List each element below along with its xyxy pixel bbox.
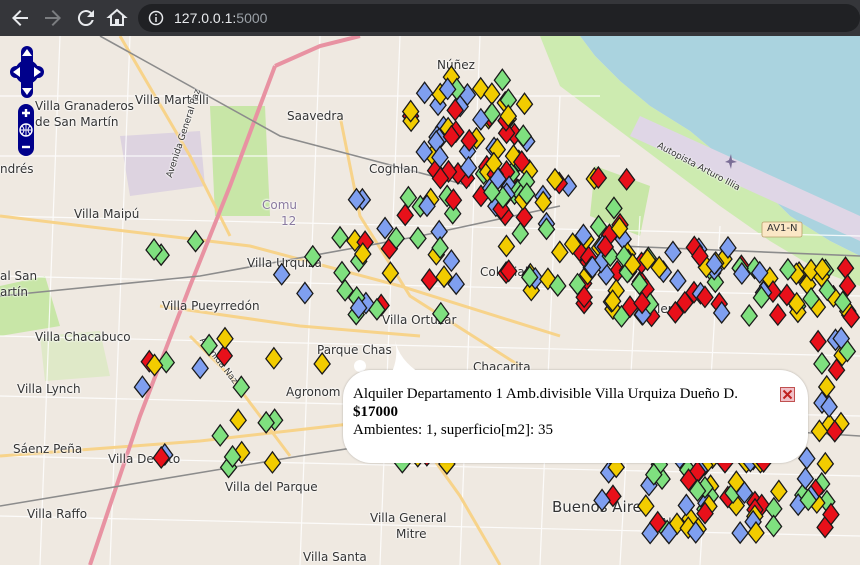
map-marker-green[interactable] <box>431 301 450 325</box>
map-marker-green[interactable] <box>813 351 831 376</box>
map-marker-green[interactable] <box>409 226 427 250</box>
zoom-control[interactable] <box>15 104 37 156</box>
map-marker-yellow[interactable] <box>381 261 400 285</box>
map-marker-yellow[interactable] <box>229 408 247 432</box>
map-view[interactable]: Núñez Villa Martelli Villa Granaderos de… <box>0 36 860 565</box>
popup-details: Ambientes: 1, superficio[m2]: 35 <box>353 422 553 438</box>
map-marker-green[interactable] <box>493 68 512 92</box>
map-marker-red[interactable] <box>420 267 439 292</box>
reload-icon[interactable] <box>74 6 98 30</box>
map-marker-green[interactable] <box>740 303 759 328</box>
popup-price: $17000 <box>353 404 398 420</box>
map-marker-blue[interactable] <box>669 268 687 292</box>
map-marker-red[interactable] <box>396 203 415 227</box>
map-marker-yellow[interactable] <box>515 92 534 116</box>
address-bar[interactable]: 127.0.0.1:5000 <box>138 4 860 32</box>
listing-popup: Alquiler Departamento 1 Amb.divisible Vi… <box>343 340 808 463</box>
map-marker-blue[interactable] <box>731 521 749 545</box>
map-marker-red[interactable] <box>809 329 827 353</box>
map-marker-green[interactable] <box>200 333 218 357</box>
map-marker-green[interactable] <box>303 244 322 268</box>
map-marker-green[interactable] <box>331 225 349 249</box>
home-icon[interactable] <box>105 6 129 30</box>
map-marker-green[interactable] <box>764 514 783 538</box>
map-marker-red[interactable] <box>769 303 787 327</box>
back-arrow-icon[interactable] <box>8 6 32 30</box>
popup-tail <box>391 340 421 374</box>
pan-control[interactable] <box>8 44 46 100</box>
map-marker-red[interactable] <box>836 256 855 280</box>
map-marker-yellow[interactable] <box>816 451 835 475</box>
map-marker-green[interactable] <box>232 375 251 399</box>
browser-toolbar: 127.0.0.1:5000 <box>0 0 860 36</box>
forward-arrow-icon[interactable] <box>41 6 65 30</box>
map-marker-red[interactable] <box>617 167 636 191</box>
map-marker-yellow[interactable] <box>497 234 516 258</box>
map-marker-yellow[interactable] <box>216 326 234 350</box>
close-icon[interactable] <box>780 387 795 402</box>
map-marker-yellow[interactable] <box>636 494 655 518</box>
map-marker-yellow[interactable] <box>263 450 282 474</box>
map-marker-yellow[interactable] <box>265 346 283 370</box>
map-marker-green[interactable] <box>333 260 351 284</box>
map-marker-green[interactable] <box>186 229 205 253</box>
map-marker-blue[interactable] <box>133 375 152 399</box>
map-marker-blue[interactable] <box>664 240 682 264</box>
popup-title: Alquiler Departamento 1 Amb.divisible Vi… <box>353 386 738 402</box>
map-marker-blue[interactable] <box>191 356 209 380</box>
map-marker-blue[interactable] <box>415 81 434 105</box>
map-marker-green[interactable] <box>211 423 230 447</box>
map-marker-blue[interactable] <box>272 262 291 286</box>
info-icon[interactable] <box>148 10 164 26</box>
map-marker-blue[interactable] <box>296 281 314 305</box>
url-text: 127.0.0.1:5000 <box>174 10 268 26</box>
map-marker-yellow[interactable] <box>313 351 331 375</box>
markers-layer[interactable] <box>0 36 860 565</box>
